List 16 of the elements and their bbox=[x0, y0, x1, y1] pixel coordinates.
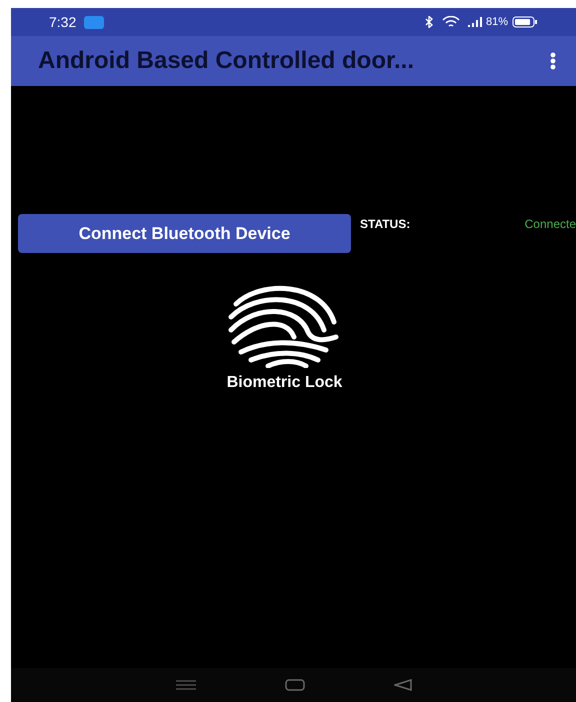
battery-percent: 81% bbox=[486, 14, 508, 30]
bluetooth-icon bbox=[424, 16, 434, 28]
signal-icon bbox=[468, 17, 482, 27]
wifi-icon bbox=[442, 16, 460, 28]
battery-icon bbox=[512, 16, 538, 28]
menu-icon[interactable] bbox=[176, 680, 196, 690]
status-time: 7:32 bbox=[49, 12, 76, 32]
overflow-menu-icon[interactable] bbox=[550, 52, 556, 70]
status-value: Connecte bbox=[524, 216, 576, 233]
connect-bluetooth-button[interactable]: Connect Bluetooth Device bbox=[18, 214, 351, 253]
back-icon[interactable] bbox=[394, 679, 412, 691]
biometric-lock-label: Biometric Lock bbox=[226, 373, 342, 393]
notification-icon bbox=[84, 16, 104, 28]
status-label: STATUS: bbox=[360, 216, 410, 233]
app-title: Android Based Controlled door... bbox=[38, 46, 416, 76]
home-icon[interactable] bbox=[284, 679, 304, 691]
